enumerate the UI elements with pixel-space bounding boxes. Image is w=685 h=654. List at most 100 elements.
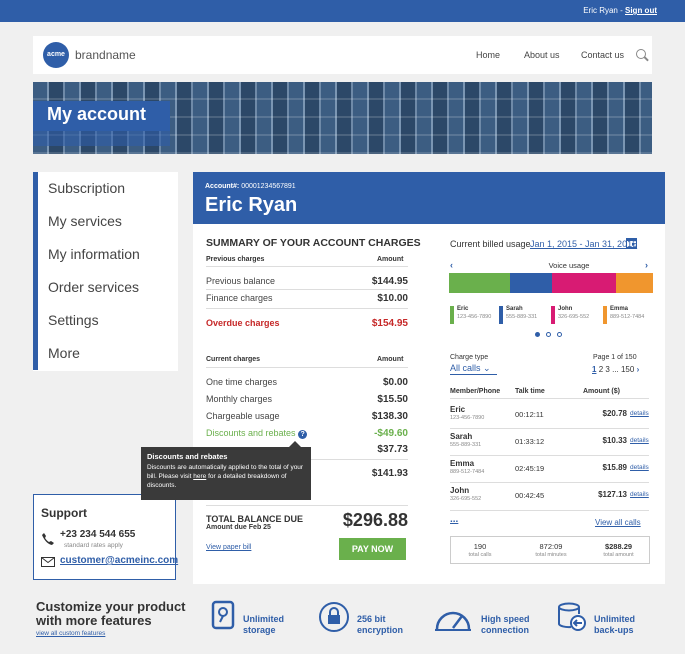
total-balance-label: TOTAL BALANCE DUE bbox=[206, 514, 304, 524]
legend-name-eric: Eric bbox=[457, 306, 469, 312]
feature-storage-line2: storage bbox=[243, 625, 276, 635]
col-talk-header: Talk time bbox=[515, 388, 545, 395]
tax-value: $37.73 bbox=[377, 444, 408, 455]
legend-name-sarah: Sarah bbox=[506, 306, 523, 312]
finance-charges-value: $10.00 bbox=[377, 293, 408, 304]
usage-segment-emma bbox=[616, 273, 653, 293]
page-2[interactable]: 2 bbox=[599, 365, 603, 374]
details-link[interactable]: details bbox=[630, 464, 649, 471]
account-number-label: Account#: bbox=[205, 183, 240, 190]
chargeable-usage-value: $138.30 bbox=[371, 411, 408, 422]
sidebar-item-my-services[interactable]: My services bbox=[33, 205, 178, 238]
support-title: Support bbox=[41, 506, 87, 520]
previous-charges-header: Previous charges bbox=[206, 256, 265, 263]
legend-phone-eric: 123-456-7890 bbox=[457, 314, 492, 320]
sidebar-item-my-information[interactable]: My information bbox=[33, 238, 178, 271]
backup-icon bbox=[558, 602, 586, 631]
features-title: Customize your product with more feature… bbox=[36, 599, 186, 628]
page-3[interactable]: 3 bbox=[605, 365, 609, 374]
feature-connection-line1: High speed bbox=[481, 614, 530, 624]
view-paper-bill-link[interactable]: View paper bill bbox=[206, 544, 251, 551]
usage-segment-eric bbox=[449, 273, 510, 293]
page-info: Page 1 of 150 bbox=[593, 354, 637, 361]
brand-name: brandname bbox=[75, 48, 136, 62]
support-phone[interactable]: +23 234 544 655 bbox=[60, 529, 135, 540]
help-icon[interactable]: ? bbox=[298, 430, 308, 439]
details-link[interactable]: details bbox=[630, 491, 649, 498]
sidebar-item-subscription[interactable]: Subscription bbox=[33, 172, 178, 205]
account-number: 00001234567891 bbox=[241, 183, 296, 190]
carousel-next-icon[interactable]: › bbox=[645, 260, 648, 270]
discounts-label: Discounts and rebates ? bbox=[206, 428, 308, 439]
total-amount-label: total amount bbox=[603, 552, 634, 558]
nav-contact-us[interactable]: Contact us bbox=[581, 50, 624, 60]
logo[interactable]: acme bbox=[43, 42, 69, 68]
view-all-features-link[interactable]: view all custom features bbox=[36, 630, 105, 637]
nav-about-us[interactable]: About us bbox=[524, 50, 560, 60]
top-bar: Eric Ryan - Sign out bbox=[0, 0, 685, 22]
table-row: Sarah 555-889-331 01:33:12 $10.33 detail… bbox=[450, 432, 649, 448]
legend-phone-emma: 889-512-7484 bbox=[610, 314, 645, 320]
legend-name-john: John bbox=[558, 306, 573, 312]
legend-swatch-emma bbox=[603, 306, 607, 324]
speedometer-icon bbox=[435, 611, 471, 631]
calendar-icon[interactable] bbox=[626, 237, 637, 248]
amount-header: Amount bbox=[377, 256, 404, 263]
more-rows-link[interactable]: ... bbox=[450, 514, 458, 525]
page-ellipsis: ... bbox=[612, 365, 619, 374]
lock-icon bbox=[319, 602, 349, 632]
legend-phone-john: 326-695-552 bbox=[558, 314, 590, 320]
nav-home[interactable]: Home bbox=[476, 50, 500, 60]
feature-storage-line1: Unlimited bbox=[243, 614, 285, 624]
discounts-value: -$49.60 bbox=[374, 428, 408, 439]
feature-encryption-line1: 256 bit bbox=[357, 614, 386, 624]
tooltip-here-link[interactable]: here bbox=[193, 473, 206, 480]
support-email-link[interactable]: customer@acmeinc.com bbox=[60, 555, 178, 566]
sidebar-item-settings[interactable]: Settings bbox=[33, 304, 178, 337]
carousel-dot-active[interactable] bbox=[535, 332, 540, 337]
banner-strip bbox=[33, 131, 170, 146]
account-header: Account#: 00001234567891 Eric Ryan bbox=[193, 172, 665, 224]
details-link[interactable]: details bbox=[630, 437, 649, 444]
sidebar-item-order-services[interactable]: Order services bbox=[33, 271, 178, 304]
total-amount-value: $288.29 bbox=[604, 542, 633, 551]
search-icon[interactable] bbox=[636, 49, 646, 59]
feature-backups-line1: Unlimited bbox=[594, 614, 636, 624]
next-page-icon[interactable]: › bbox=[637, 365, 640, 374]
usage-bar bbox=[449, 273, 653, 293]
email-icon bbox=[41, 557, 55, 567]
legend-swatch-john bbox=[551, 306, 555, 324]
details-link[interactable]: details bbox=[630, 410, 649, 417]
pagination: 1 2 3 ... 150 › bbox=[592, 365, 639, 374]
carousel-dot[interactable] bbox=[557, 332, 562, 337]
carousel-prev-icon[interactable]: ‹ bbox=[450, 260, 453, 270]
total-minutes-label: total minutes bbox=[535, 552, 567, 558]
amount-due-label: Amount due Feb 25 bbox=[206, 524, 271, 531]
sidebar: Subscription My services My information … bbox=[33, 172, 178, 371]
storage-icon bbox=[211, 600, 235, 630]
one-time-charges-value: $0.00 bbox=[382, 377, 408, 388]
overdue-charges-label: Overdue charges bbox=[206, 318, 280, 328]
usage-segment-john bbox=[552, 273, 616, 293]
legend-swatch-sarah bbox=[499, 306, 503, 324]
page-1[interactable]: 1 bbox=[592, 365, 596, 374]
sign-out-link[interactable]: Sign out bbox=[625, 6, 657, 15]
billing-date-range[interactable]: Jan 1, 2015 - Jan 31, 2015 bbox=[530, 239, 637, 249]
summary-title: SUMMARY OF YOUR ACCOUNT CHARGES bbox=[206, 237, 421, 249]
col-amount-header: Amount ($) bbox=[583, 388, 620, 395]
sidebar-item-more[interactable]: More bbox=[33, 337, 178, 370]
page-150[interactable]: 150 bbox=[621, 365, 634, 374]
overdue-charges-value: $154.95 bbox=[371, 318, 408, 329]
view-all-calls-link[interactable]: View all calls bbox=[595, 518, 641, 527]
charge-type-select[interactable]: All calls ⌄ bbox=[450, 363, 497, 375]
account-holder-name: Eric Ryan bbox=[205, 194, 298, 216]
previous-balance-value: $144.95 bbox=[371, 276, 408, 287]
total-calls-value: 190 bbox=[473, 542, 487, 551]
carousel-dot[interactable] bbox=[546, 332, 551, 337]
pay-now-button[interactable]: PAY NOW bbox=[339, 538, 406, 560]
subtotal-value: $141.93 bbox=[371, 468, 408, 479]
legend-name-emma: Emma bbox=[610, 306, 629, 312]
phone-icon bbox=[42, 533, 54, 545]
discounts-tooltip: Discounts and rebates Discounts are auto… bbox=[141, 441, 311, 500]
support-box: Support +23 234 544 655 standard rates a… bbox=[33, 494, 178, 580]
